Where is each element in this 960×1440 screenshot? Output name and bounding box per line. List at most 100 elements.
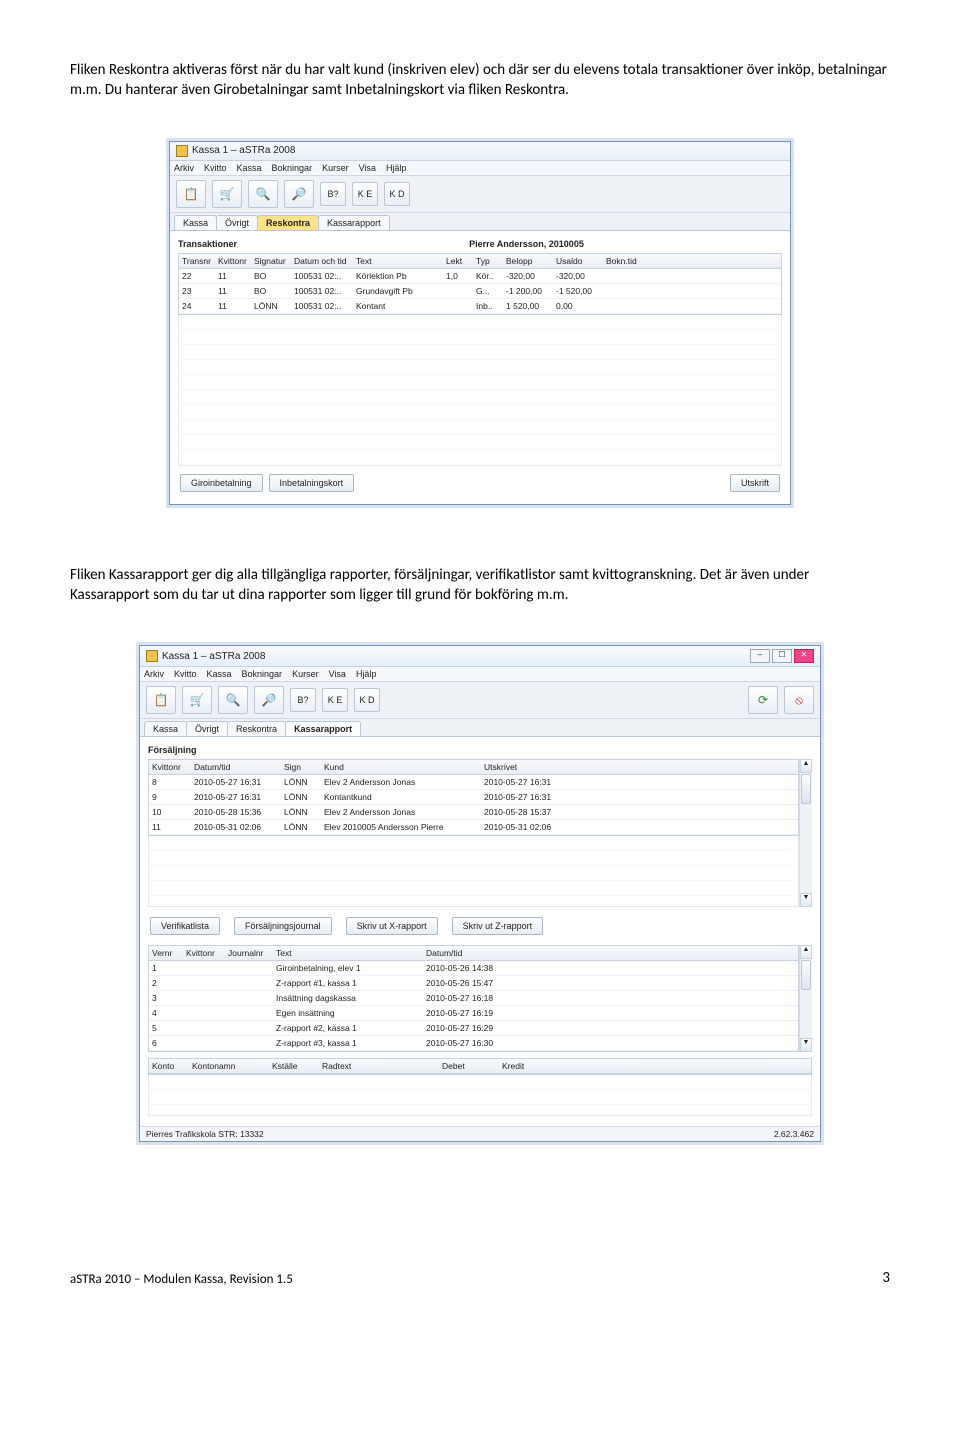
menu-kurser[interactable]: Kurser — [292, 669, 319, 679]
scroll-up-icon[interactable]: ▲ — [800, 759, 812, 773]
customer-label: Pierre Andersson, 2010005 — [410, 239, 642, 249]
title-bar: Kassa 1 – aSTRa 2008 – ☐ ✕ — [140, 646, 820, 667]
empty-rows — [148, 836, 799, 907]
xrapport-button[interactable]: Skriv ut X-rapport — [346, 917, 438, 935]
title-bar: Kassa 1 – aSTRa 2008 — [170, 142, 790, 161]
refresh-button[interactable]: ⟳ — [748, 686, 778, 714]
toolbar-btn-1[interactable]: 📋 — [146, 686, 176, 714]
table-row[interactable]: 2211BO100531 02:..Körlektion Pb1,0Kör..-… — [179, 269, 781, 284]
forsaljningsjournal-button[interactable]: Försäljningsjournal — [234, 917, 332, 935]
scroll-up-icon[interactable]: ▲ — [800, 945, 812, 959]
empty-rows — [178, 315, 782, 466]
scroll-thumb[interactable] — [801, 960, 811, 990]
menu-bar: Arkiv Kvitto Kassa Bokningar Kurser Visa… — [170, 161, 790, 176]
table-header: TransnrKvittonrSignaturDatum och tidText… — [179, 254, 781, 269]
toolbar-btn-3[interactable]: 🔍 — [218, 686, 248, 714]
table-header: KontoKontonamnKställeRadtextDebetKredit — [149, 1059, 811, 1074]
table-row[interactable]: 82010-05-27 16:31LÖNNElev 2 Andersson Jo… — [149, 775, 798, 790]
menu-arkiv[interactable]: Arkiv — [174, 163, 194, 173]
table-row[interactable]: 112010-05-31 02:06LÖNNElev 2010005 Ander… — [149, 820, 798, 835]
verifikatlista-button[interactable]: Verifikatlista — [150, 917, 220, 935]
app-icon — [176, 145, 188, 157]
toolbar-btn-4[interactable]: 🔎 — [254, 686, 284, 714]
menu-kvitto[interactable]: Kvitto — [174, 669, 197, 679]
tab-ovrigt[interactable]: Övrigt — [216, 215, 258, 230]
body-paragraph-2: Fliken Kassarapport ger dig alla tillgän… — [70, 565, 890, 606]
sales-table: KvittonrDatum/tidSignKundUtskrivet 82010… — [148, 759, 799, 836]
table-row[interactable]: 1Giroinbetalning, elev 12010-05-26 14:38 — [149, 961, 798, 976]
toolbar-btn-kd[interactable]: K D — [354, 688, 380, 712]
table-row[interactable]: 102010-05-28 15:36LÖNNElev 2 Andersson J… — [149, 805, 798, 820]
menu-bokningar[interactable]: Bokningar — [242, 669, 283, 679]
tab-reskontra[interactable]: Reskontra — [227, 721, 286, 736]
menu-bokningar[interactable]: Bokningar — [272, 163, 313, 173]
close-button[interactable]: ✕ — [794, 649, 814, 663]
table-row[interactable]: 2Z-rapport #1, kassa 12010-05-26 15:47 — [149, 976, 798, 991]
zrapport-button[interactable]: Skriv ut Z-rapport — [452, 917, 544, 935]
menu-kassa[interactable]: Kassa — [237, 163, 262, 173]
toolbar: 📋 🛒 🔍 🔎 B? K E K D — [170, 176, 790, 213]
table-row[interactable]: 3Insättning dagskassa2010-05-27 16:18 — [149, 991, 798, 1006]
table-row[interactable]: 6Z-rapport #3, kassa 12010-05-27 16:30 — [149, 1036, 798, 1051]
scroll-down-icon[interactable]: ▼ — [800, 893, 812, 907]
table-row[interactable]: 2311BO100531 02:..Grundavgift PbG...-1 2… — [179, 284, 781, 299]
menu-kassa[interactable]: Kassa — [207, 669, 232, 679]
window-title: Kassa 1 – aSTRa 2008 — [192, 145, 295, 156]
maximize-button[interactable]: ☐ — [772, 649, 792, 663]
menu-arkiv[interactable]: Arkiv — [144, 669, 164, 679]
table-row[interactable]: 2411LÖNN100531 02:..KontantInb..1 520,00… — [179, 299, 781, 314]
table-header: KvittonrDatum/tidSignKundUtskrivet — [149, 760, 798, 775]
tabs: Kassa Övrigt Reskontra Kassarapport — [140, 719, 820, 736]
menu-visa[interactable]: Visa — [329, 669, 346, 679]
giro-button[interactable]: Giroinbetalning — [180, 474, 263, 492]
toolbar-btn-b[interactable]: B? — [290, 688, 316, 712]
menu-hjalp[interactable]: Hjälp — [356, 669, 377, 679]
scrollbar[interactable]: ▲ ▼ — [799, 945, 812, 1052]
scrollbar[interactable]: ▲ ▼ — [799, 759, 812, 907]
toolbar-btn-2[interactable]: 🛒 — [212, 180, 242, 208]
section-label: Transaktioner — [178, 239, 410, 249]
app-icon — [146, 650, 158, 662]
window-title: Kassa 1 – aSTRa 2008 — [162, 651, 265, 662]
tab-kassarapport[interactable]: Kassarapport — [318, 215, 390, 230]
page-number: 3 — [882, 1269, 890, 1287]
inbetalningskort-button[interactable]: Inbetalningskort — [269, 474, 355, 492]
menu-hjalp[interactable]: Hjälp — [386, 163, 407, 173]
tab-kassa[interactable]: Kassa — [174, 215, 217, 230]
stop-button[interactable]: ⦸ — [784, 686, 814, 714]
verif-table: VernrKvittonrJournalnrTextDatum/tid 1Gir… — [148, 945, 799, 1052]
tabs: Kassa Övrigt Reskontra Kassarapport — [170, 213, 790, 230]
window-kassarapport: Kassa 1 – aSTRa 2008 – ☐ ✕ Arkiv Kvitto … — [139, 645, 821, 1142]
toolbar-btn-b[interactable]: B? — [320, 182, 346, 206]
scroll-down-icon[interactable]: ▼ — [800, 1038, 812, 1052]
menu-visa[interactable]: Visa — [359, 163, 376, 173]
tab-reskontra[interactable]: Reskontra — [257, 215, 319, 230]
toolbar-btn-4[interactable]: 🔎 — [284, 180, 314, 208]
tab-kassa[interactable]: Kassa — [144, 721, 187, 736]
toolbar-btn-ke[interactable]: K E — [322, 688, 348, 712]
scroll-thumb[interactable] — [801, 774, 811, 804]
menu-kurser[interactable]: Kurser — [322, 163, 349, 173]
toolbar: 📋 🛒 🔍 🔎 B? K E K D ⟳ ⦸ — [140, 682, 820, 719]
table-row[interactable]: 92010-05-27 16:31LÖNNKontantkund2010-05-… — [149, 790, 798, 805]
transactions-table: TransnrKvittonrSignaturDatum och tidText… — [178, 253, 782, 315]
window-reskontra: Kassa 1 – aSTRa 2008 Arkiv Kvitto Kassa … — [169, 141, 791, 505]
table-row[interactable]: 4Egen insättning2010-05-27 16:19 — [149, 1006, 798, 1021]
toolbar-btn-kd[interactable]: K D — [384, 182, 410, 206]
page-footer: aSTRa 2010 – Modulen Kassa, Revision 1.5… — [70, 1272, 890, 1287]
toolbar-btn-1[interactable]: 📋 — [176, 180, 206, 208]
toolbar-btn-3[interactable]: 🔍 — [248, 180, 278, 208]
utskrift-button[interactable]: Utskrift — [730, 474, 780, 492]
table-row[interactable]: 5Z-rapport #2, kassa 12010-05-27 16:29 — [149, 1021, 798, 1036]
tab-ovrigt[interactable]: Övrigt — [186, 721, 228, 736]
posting-table: KontoKontonamnKställeRadtextDebetKredit — [148, 1058, 812, 1075]
minimize-button[interactable]: – — [750, 649, 770, 663]
tab-kassarapport[interactable]: Kassarapport — [285, 721, 361, 736]
footer-text: aSTRa 2010 – Modulen Kassa, Revision 1.5 — [70, 1272, 293, 1287]
status-bar: Pierres Trafikskola STR: 13332 2.62.3.46… — [140, 1126, 820, 1141]
body-paragraph-1: Fliken Reskontra aktiveras först när du … — [70, 60, 890, 101]
status-left: Pierres Trafikskola STR: 13332 — [146, 1129, 264, 1139]
toolbar-btn-2[interactable]: 🛒 — [182, 686, 212, 714]
toolbar-btn-ke[interactable]: K E — [352, 182, 378, 206]
menu-kvitto[interactable]: Kvitto — [204, 163, 227, 173]
